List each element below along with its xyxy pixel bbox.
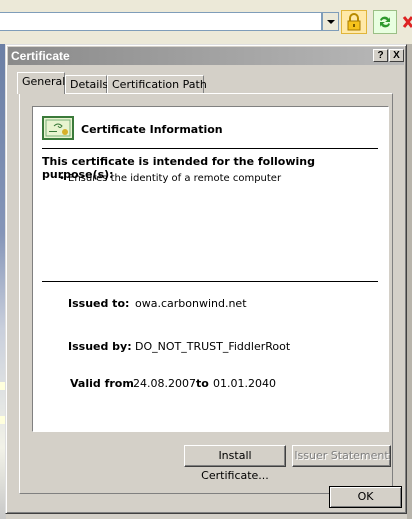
issued-to-label: Issued to:: [68, 297, 130, 310]
chevron-down-icon: [326, 19, 335, 24]
valid-to-label: to: [196, 377, 209, 390]
help-button[interactable]: ?: [373, 49, 388, 62]
certificate-info-heading: Certificate Information: [81, 123, 223, 136]
divider: [42, 281, 378, 282]
close-button[interactable]: X: [389, 49, 404, 62]
divider: [42, 148, 378, 149]
page-background-edge-right: [407, 44, 412, 519]
valid-to-value: 01.01.2040: [213, 377, 276, 390]
address-bar[interactable]: [0, 12, 322, 31]
install-certificate-button[interactable]: Install Certificate...: [184, 445, 286, 482]
tab-general[interactable]: General: [17, 72, 65, 94]
refresh-button[interactable]: [373, 10, 397, 34]
certificate-dialog: Certificate ? X General Details Certific…: [5, 44, 407, 514]
stop-button[interactable]: [401, 10, 412, 34]
refresh-icon: [380, 16, 390, 28]
certificate-icon: [42, 116, 74, 140]
purpose-list-item: Ensures the identity of a remote compute…: [59, 173, 281, 184]
ok-button[interactable]: OK: [329, 486, 402, 508]
stop-icon: [402, 16, 412, 28]
security-lock-button[interactable]: [341, 10, 367, 34]
issued-by-label: Issued by:: [68, 340, 132, 353]
certificate-info-box: Certificate Information This certificate…: [32, 106, 389, 432]
address-dropdown-button[interactable]: [322, 12, 339, 31]
valid-from-value: 24.08.2007: [133, 377, 196, 390]
tab-details[interactable]: Details: [65, 75, 108, 94]
issued-by-value: DO_NOT_TRUST_FiddlerRoot: [135, 340, 291, 353]
browser-toolbar: [0, 0, 412, 45]
general-tab-panel: Certificate Information This certificate…: [19, 93, 393, 494]
valid-from-label: Valid from: [70, 377, 134, 390]
dialog-titlebar[interactable]: Certificate ? X: [8, 47, 404, 65]
lock-icon: [347, 13, 361, 31]
issuer-statement-button[interactable]: Issuer Statement: [292, 445, 391, 467]
tab-certification-path[interactable]: Certification Path: [107, 75, 207, 94]
dialog-title: Certificate: [11, 49, 70, 63]
issued-to-value: owa.carbonwind.net: [135, 297, 247, 310]
